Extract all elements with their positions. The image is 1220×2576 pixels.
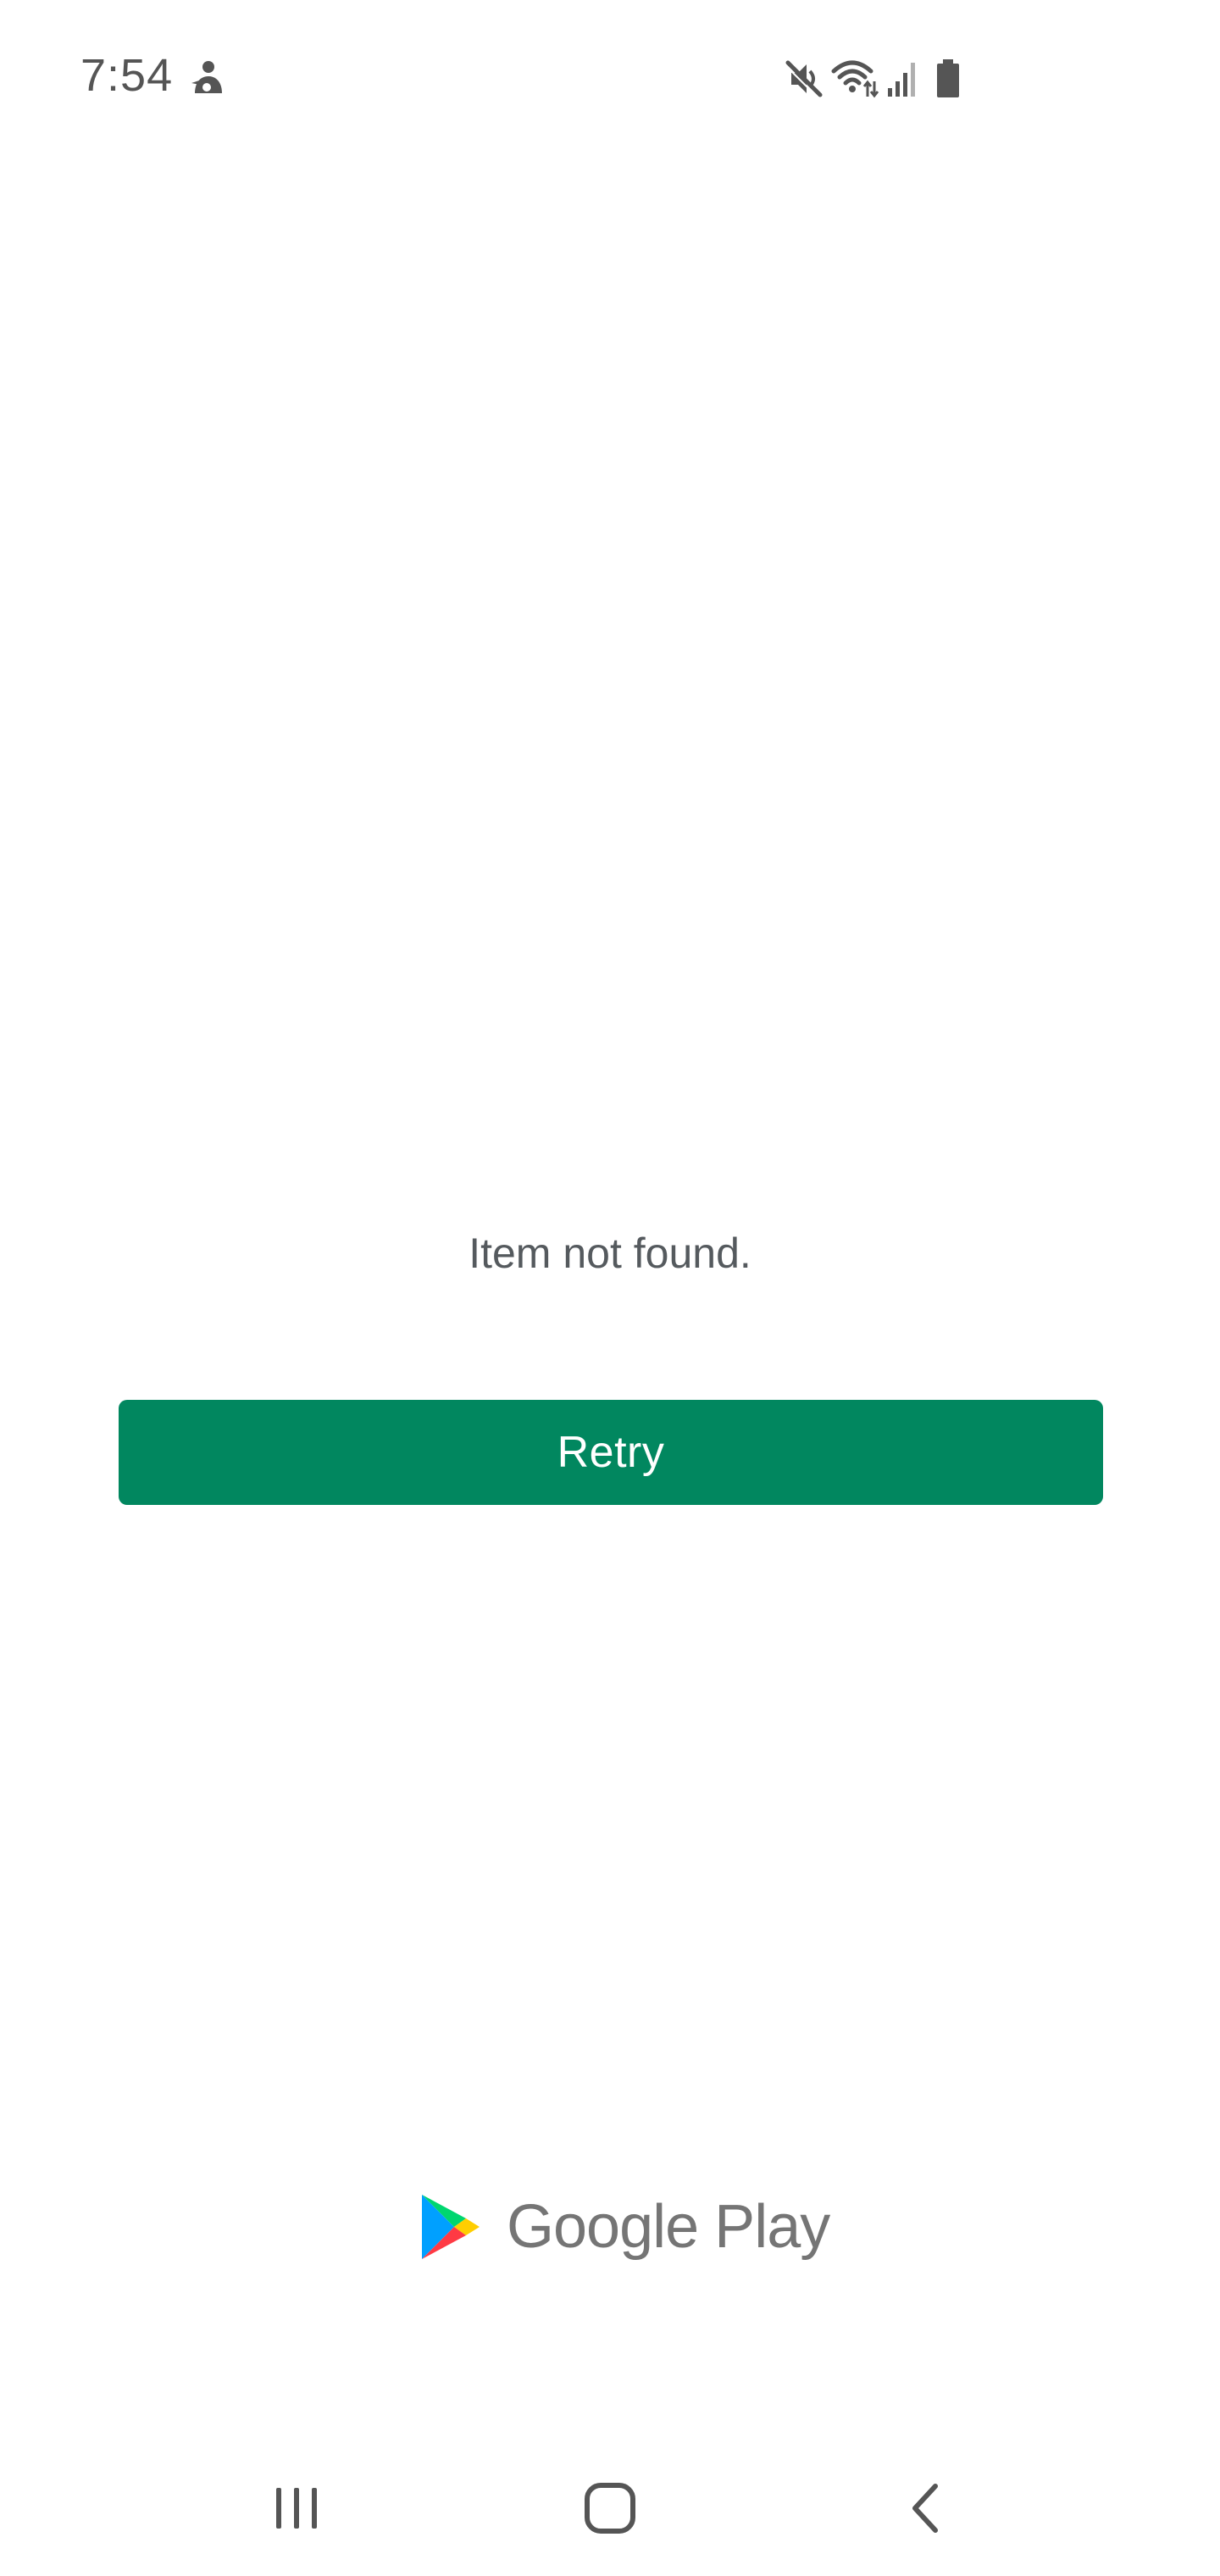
navigation-bar bbox=[0, 2440, 1220, 2576]
accessibility-person-icon bbox=[191, 61, 222, 93]
battery-icon bbox=[937, 59, 959, 97]
home-icon bbox=[585, 2483, 635, 2534]
home-button[interactable] bbox=[525, 2440, 695, 2576]
status-time: 7:54 bbox=[80, 50, 174, 101]
recent-apps-button[interactable] bbox=[212, 2440, 381, 2576]
back-button[interactable] bbox=[840, 2440, 1010, 2576]
retry-button-label: Retry bbox=[557, 1428, 665, 1477]
recent-apps-icon bbox=[276, 2488, 317, 2529]
mute-icon bbox=[785, 60, 823, 98]
google-play-icon bbox=[422, 2195, 480, 2259]
cell-signal-icon bbox=[888, 63, 915, 97]
retry-button[interactable]: Retry bbox=[119, 1400, 1103, 1505]
screen: 7:54 Item not found. Retry Google Play bbox=[0, 0, 1220, 2576]
google-play-logo: Google Play bbox=[419, 2191, 830, 2262]
google-play-text: Google Play bbox=[507, 2193, 830, 2261]
error-message: Item not found. bbox=[469, 1230, 751, 1277]
status-bar: 7:54 bbox=[0, 0, 1220, 161]
back-icon bbox=[912, 2484, 938, 2533]
wifi-icon bbox=[831, 60, 879, 98]
